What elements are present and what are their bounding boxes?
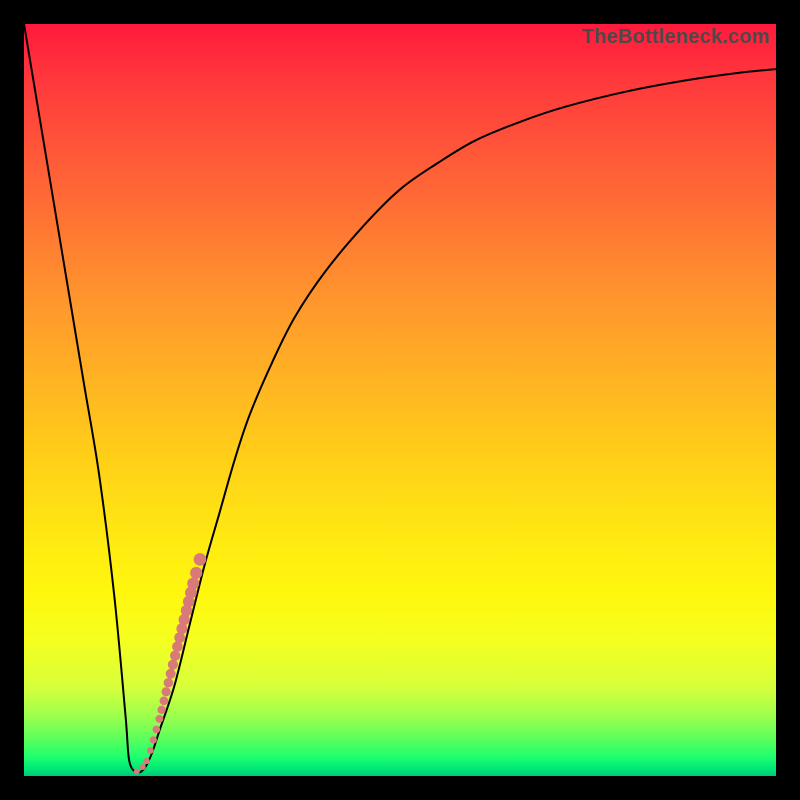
highlight-dot (150, 736, 157, 743)
highlight-dot (134, 768, 140, 774)
highlight-dots-group (134, 553, 206, 774)
chart-frame: TheBottleneck.com (0, 0, 800, 800)
highlight-dot (164, 678, 174, 688)
highlight-dot (187, 577, 199, 589)
highlight-dot (170, 650, 180, 660)
highlight-dot (194, 553, 207, 566)
highlight-dot (166, 669, 176, 679)
highlight-dot (140, 764, 146, 770)
highlight-dot (190, 567, 202, 579)
highlight-dot (157, 706, 165, 714)
highlight-dot (153, 726, 161, 734)
highlight-dot (159, 696, 168, 705)
highlight-dot (172, 641, 183, 652)
highlight-dot (168, 660, 178, 670)
plot-area: TheBottleneck.com (24, 24, 776, 776)
highlight-dot (155, 715, 163, 723)
bottleneck-curve-path (24, 24, 776, 773)
highlight-dot (147, 747, 154, 754)
highlight-dot (143, 758, 149, 764)
curve-layer (24, 24, 776, 776)
highlight-dot (162, 687, 171, 696)
